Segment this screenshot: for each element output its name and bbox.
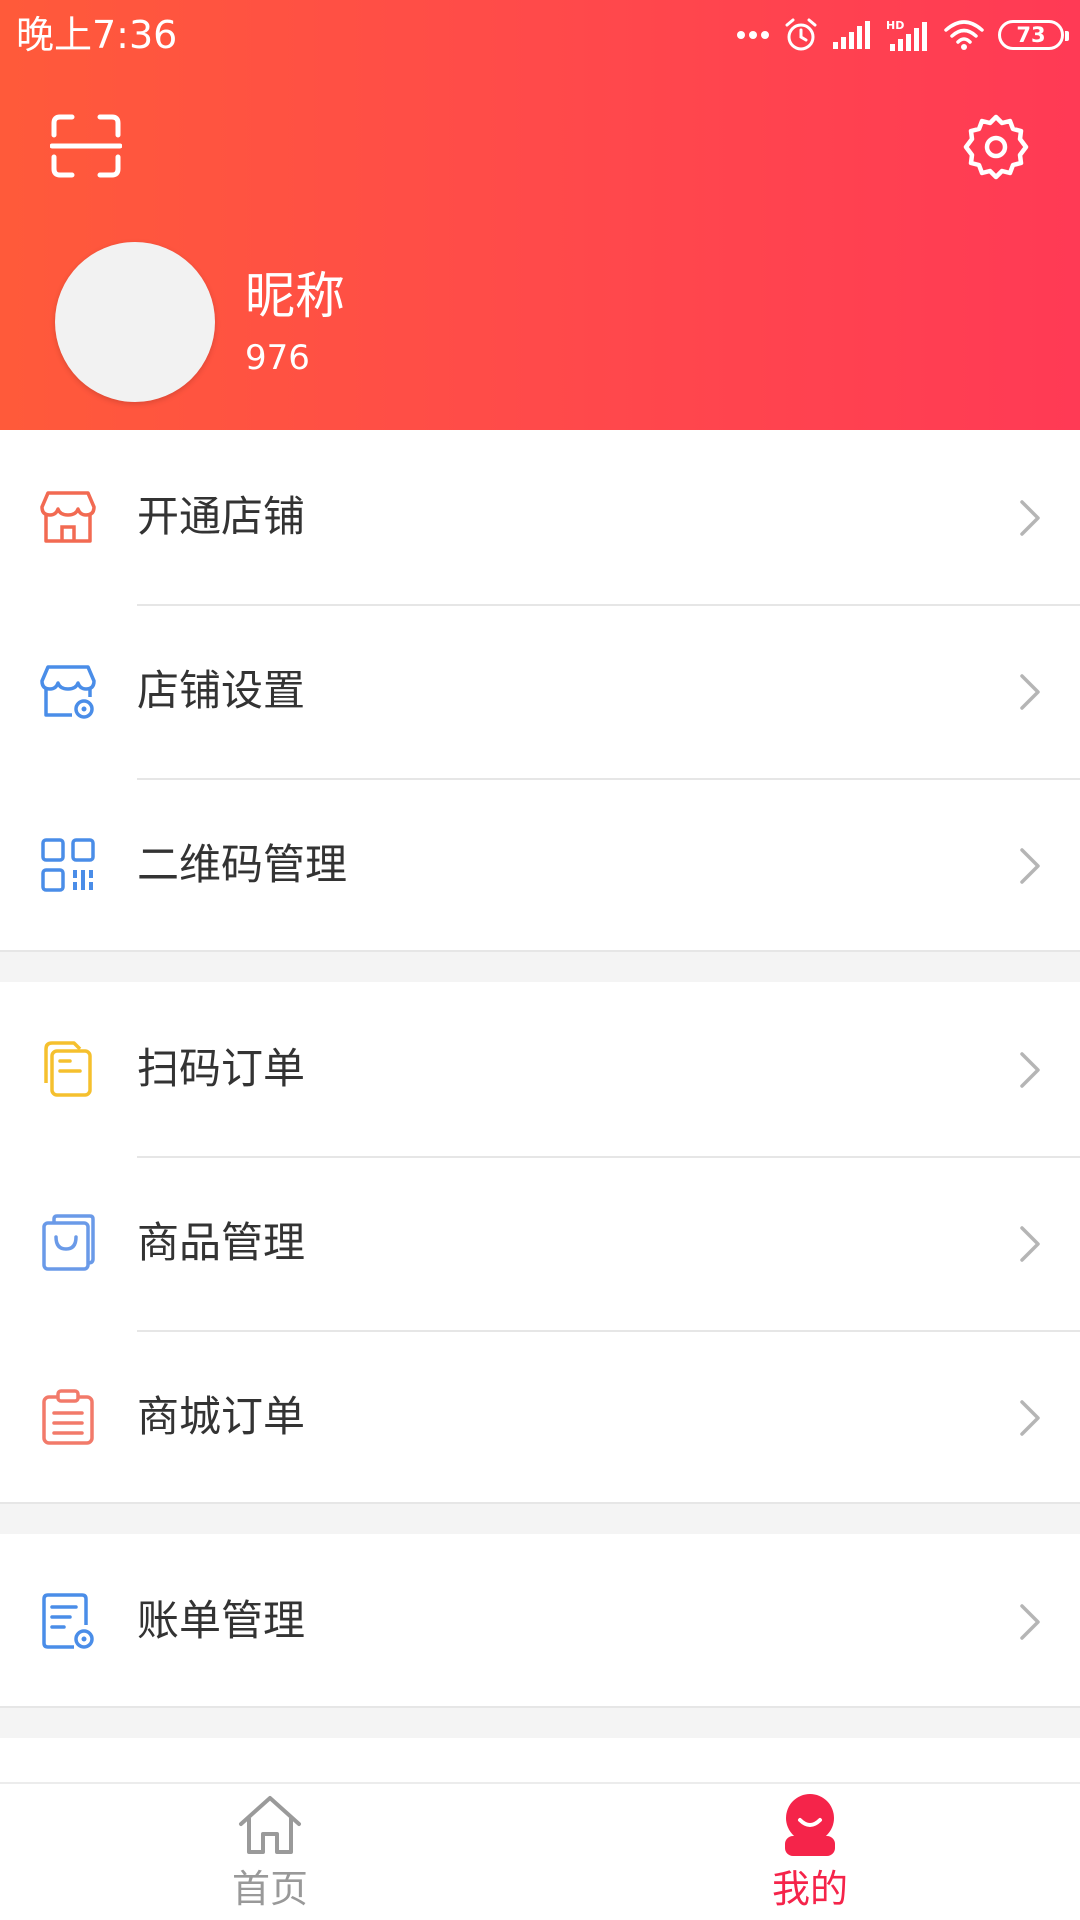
wifi-icon	[944, 20, 984, 50]
menu-group-store: 开通店铺 店铺设置 二维码管理	[0, 430, 1080, 952]
alarm-icon	[785, 18, 817, 51]
nav-label-home: 首页	[231, 1867, 308, 1911]
chevron-right-icon	[1020, 1604, 1040, 1640]
status-bar: 晚上7:36 HD 73	[0, 0, 1080, 70]
signal-icon	[833, 21, 870, 49]
nickname: 昵称	[245, 267, 345, 325]
avatar[interactable]	[55, 242, 215, 402]
nav-label-mine: 我的	[771, 1867, 848, 1911]
menu-group-orders: 扫码订单 商品管理 商城订单	[0, 982, 1080, 1504]
menu-label: 商城订单	[137, 1392, 306, 1441]
menu-label: 开通店铺	[137, 492, 306, 541]
menu-item-mall-orders[interactable]: 商城订单	[0, 1330, 1080, 1504]
menu-item-qr-code[interactable]: 二维码管理	[0, 778, 1080, 952]
menu-item-store-settings[interactable]: 店铺设置	[0, 604, 1080, 778]
menu-label: 商品管理	[137, 1218, 306, 1267]
status-time: 晚上7:36	[16, 13, 178, 57]
svg-text:HD: HD	[886, 19, 904, 32]
menu-label: 二维码管理	[137, 840, 348, 889]
status-icons: HD 73	[736, 14, 1069, 56]
gear-icon[interactable]	[962, 113, 1030, 181]
scan-icon[interactable]	[50, 113, 122, 179]
menu-item-open-store[interactable]: 开通店铺	[0, 430, 1080, 604]
chevron-right-icon	[1020, 1400, 1040, 1436]
home-icon	[239, 1796, 301, 1854]
scan-order-icon	[44, 1041, 92, 1097]
qr-code-icon	[41, 838, 95, 892]
clipboard-icon	[42, 1389, 94, 1445]
menu-label: 扫码订单	[137, 1044, 306, 1093]
hd-signal-icon: HD	[886, 19, 927, 51]
menu-label: 账单管理	[137, 1596, 306, 1645]
bottom-nav: 首页 我的	[0, 1782, 1080, 1920]
store-settings-icon	[40, 665, 96, 719]
chevron-right-icon	[1020, 1226, 1040, 1262]
menu-label: 店铺设置	[137, 666, 306, 715]
menu-group-partial	[0, 1738, 1080, 1782]
chevron-right-icon	[1020, 674, 1040, 710]
more-dots-icon	[737, 31, 769, 39]
chevron-right-icon	[1020, 1052, 1040, 1088]
menu-item-bill-management[interactable]: 账单管理	[0, 1534, 1080, 1708]
battery-icon: 73	[998, 20, 1069, 50]
menu-group-bills: 账单管理	[0, 1534, 1080, 1708]
nav-tab-home[interactable]: 首页	[0, 1784, 540, 1920]
user-id: 976	[245, 338, 310, 378]
chevron-right-icon	[1020, 848, 1040, 884]
menu-item-scan-orders[interactable]: 扫码订单	[0, 982, 1080, 1156]
nav-tab-mine[interactable]: 我的	[540, 1784, 1080, 1920]
shopping-bag-icon	[42, 1214, 95, 1271]
profile-header: 晚上7:36 HD 73 昵称 976	[0, 0, 1080, 430]
battery-level: 73	[1016, 23, 1046, 47]
menu-item-product-management[interactable]: 商品管理	[0, 1156, 1080, 1330]
open-store-icon	[40, 491, 96, 543]
bill-settings-icon	[42, 1593, 94, 1649]
user-icon	[785, 1794, 835, 1856]
chevron-right-icon	[1020, 500, 1040, 536]
